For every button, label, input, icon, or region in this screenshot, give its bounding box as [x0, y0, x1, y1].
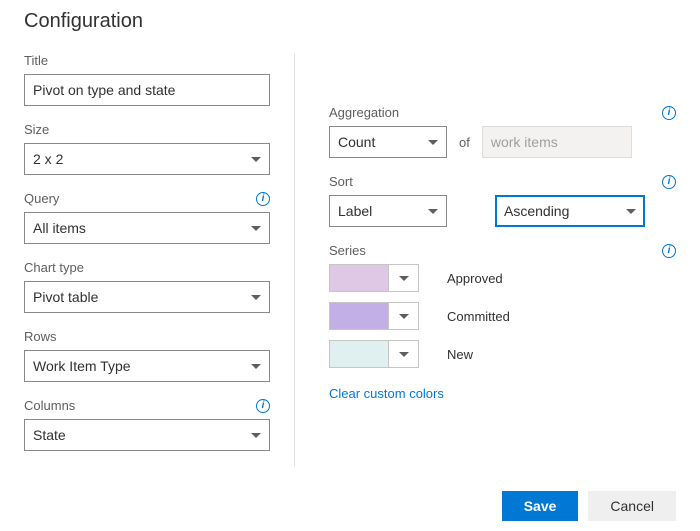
left-column: Title Pivot on type and state Size 2 x 2… — [24, 53, 294, 467]
size-label: Size — [24, 122, 49, 137]
info-icon[interactable]: i — [256, 399, 270, 413]
chevron-down-icon — [251, 364, 261, 369]
chevron-down-icon[interactable] — [388, 341, 418, 367]
series-field: Series i Approved Committed New Clear cust… — [329, 243, 676, 403]
chevron-down-icon[interactable] — [388, 265, 418, 291]
sort-by-select[interactable]: Label — [329, 195, 447, 227]
aggregation-of: of — [459, 135, 470, 150]
query-field: Query i All items — [24, 191, 270, 244]
size-field: Size 2 x 2 — [24, 122, 270, 175]
footer-actions: Save Cancel — [502, 491, 676, 521]
info-icon[interactable]: i — [662, 175, 676, 189]
color-swatch — [330, 303, 388, 329]
series-item-label: Committed — [447, 309, 510, 324]
chevron-down-icon — [626, 209, 636, 214]
configuration-panel: Configuration Title Pivot on type and st… — [0, 0, 700, 531]
aggregation-select[interactable]: Count — [329, 126, 447, 158]
series-color-picker[interactable] — [329, 340, 419, 368]
chevron-down-icon — [251, 295, 261, 300]
title-input[interactable]: Pivot on type and state — [24, 74, 270, 106]
series-row: New — [329, 340, 676, 368]
aggregation-of-value: work items — [482, 126, 632, 158]
page-title: Configuration — [24, 10, 676, 33]
chart-type-select[interactable]: Pivot table — [24, 281, 270, 313]
chevron-down-icon — [251, 433, 261, 438]
series-row: Committed — [329, 302, 676, 330]
sort-field: Sort i Label Ascending — [329, 174, 676, 227]
series-label: Series — [329, 243, 366, 258]
series-color-picker[interactable] — [329, 302, 419, 330]
rows-label: Rows — [24, 329, 57, 344]
info-icon[interactable]: i — [662, 106, 676, 120]
chevron-down-icon — [251, 157, 261, 162]
size-select[interactable]: 2 x 2 — [24, 143, 270, 175]
cancel-button[interactable]: Cancel — [588, 491, 676, 521]
aggregation-label: Aggregation — [329, 105, 399, 120]
aggregation-field: Aggregation i Count of work items — [329, 105, 676, 158]
series-color-picker[interactable] — [329, 264, 419, 292]
columns-label: Columns — [24, 398, 75, 413]
columns-field: Columns i State — [24, 398, 270, 451]
info-icon[interactable]: i — [662, 244, 676, 258]
right-column: Aggregation i Count of work items Sort i — [294, 53, 676, 467]
series-item-label: New — [447, 347, 473, 362]
rows-field: Rows Work Item Type — [24, 329, 270, 382]
sort-direction-select[interactable]: Ascending — [495, 195, 645, 227]
rows-select[interactable]: Work Item Type — [24, 350, 270, 382]
query-select[interactable]: All items — [24, 212, 270, 244]
chevron-down-icon[interactable] — [388, 303, 418, 329]
color-swatch — [330, 265, 388, 291]
chevron-down-icon — [428, 140, 438, 145]
clear-custom-colors-link[interactable]: Clear custom colors — [329, 386, 444, 401]
series-item-label: Approved — [447, 271, 503, 286]
chevron-down-icon — [251, 226, 261, 231]
title-field: Title Pivot on type and state — [24, 53, 270, 106]
query-label: Query — [24, 191, 59, 206]
info-icon[interactable]: i — [256, 192, 270, 206]
chart-type-label: Chart type — [24, 260, 84, 275]
color-swatch — [330, 341, 388, 367]
title-label: Title — [24, 53, 48, 68]
chevron-down-icon — [428, 209, 438, 214]
series-row: Approved — [329, 264, 676, 292]
save-button[interactable]: Save — [502, 491, 579, 521]
columns-select[interactable]: State — [24, 419, 270, 451]
sort-label: Sort — [329, 174, 353, 189]
chart-type-field: Chart type Pivot table — [24, 260, 270, 313]
